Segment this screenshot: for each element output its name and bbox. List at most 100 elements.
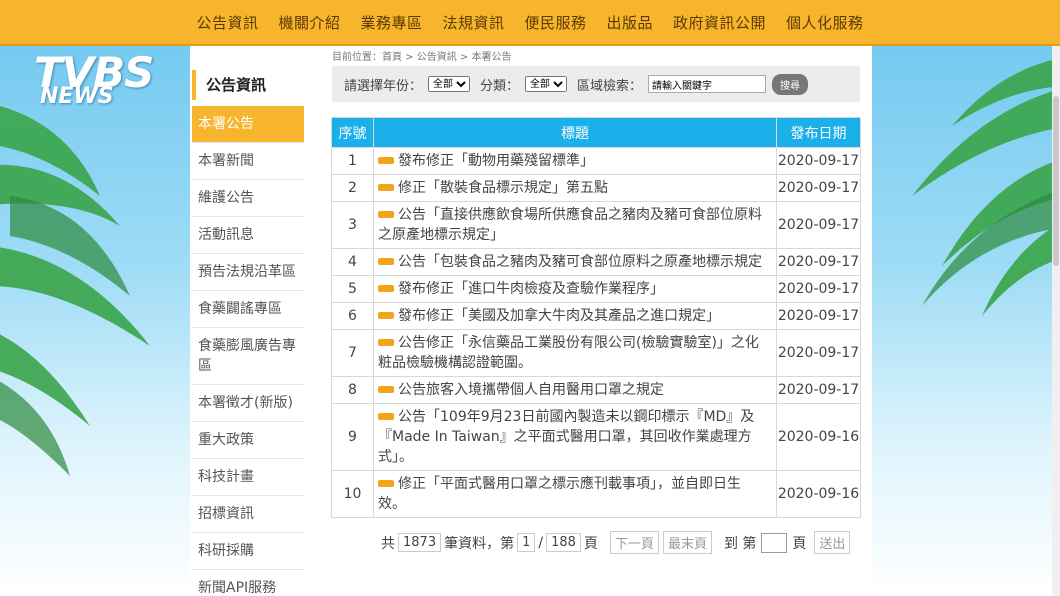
page-scrollbar[interactable]	[1052, 46, 1060, 596]
row-number: 4	[331, 248, 374, 276]
row-date: 2020-09-17	[776, 248, 861, 276]
row-title-link[interactable]: 發布修正「動物用藥殘留標準」	[398, 153, 594, 169]
sidebar-item-events[interactable]: 活動訊息	[192, 217, 304, 254]
new-badge-icon	[378, 210, 394, 218]
nav-item-personal[interactable]: 個人化服務	[776, 12, 874, 33]
nav-item-public-services[interactable]: 便民服務	[515, 12, 597, 33]
row-date: 2020-09-17	[776, 302, 861, 330]
row-title-cell: 公告「包裝食品之豬肉及豬可食部位原料之原產地標示規定	[373, 248, 777, 276]
row-title-link[interactable]: 公告「109年9月23日前國內製造未以鋼印標示『MD』及『Made In Tai…	[378, 409, 754, 465]
new-badge-icon	[378, 338, 394, 346]
row-title-cell: 公告修正「永信藥品工業股份有限公司(檢驗實驗室)」之化粧品檢驗機構認證範圍。	[373, 329, 777, 377]
row-title-link[interactable]: 公告「直接供應飲食場所供應食品之豬肉及豬可食部位原料之原產地標示規定」	[378, 207, 762, 243]
row-title-cell: 公告「109年9月23日前國內製造未以鋼印標示『MD』及『Made In Tai…	[373, 403, 777, 471]
row-number: 3	[331, 201, 374, 249]
table-row: 7 公告修正「永信藥品工業股份有限公司(檢驗實驗室)」之化粧品檢驗機構認證範圍。…	[331, 329, 861, 377]
sidebar: 公告資訊 本署公告 本署新聞 維護公告 活動訊息 預告法規沿革區 食藥闢謠專區 …	[192, 70, 304, 596]
row-number: 6	[331, 302, 374, 330]
table-row: 9 公告「109年9月23日前國內製造未以鋼印標示『MD』及『Made In T…	[331, 403, 861, 471]
pager-total-prefix: 共	[381, 535, 395, 552]
category-label: 分類：	[480, 78, 520, 94]
sidebar-item-agency-news[interactable]: 本署新聞	[192, 143, 304, 180]
row-number: 2	[331, 174, 374, 202]
pager-current-page: 1	[517, 533, 536, 552]
column-header-no: 序號	[331, 117, 374, 148]
pager-goto-suffix: 頁	[792, 535, 807, 552]
tvbs-news-logo: TVBS NEWS	[34, 48, 194, 110]
row-title-link[interactable]: 發布修正「美國及加拿大牛肉及其產品之進口規定」	[398, 308, 720, 324]
sidebar-item-agency-announcements[interactable]: 本署公告	[192, 106, 304, 143]
sidebar-item-rumor-busting[interactable]: 食藥闢謠專區	[192, 291, 304, 328]
last-page-button[interactable]: 最末頁	[662, 531, 712, 554]
row-number: 8	[331, 376, 374, 404]
row-title-link[interactable]: 發布修正「進口牛肉檢疫及查驗作業程序」	[398, 281, 664, 297]
row-number: 10	[331, 470, 374, 518]
pager-slash: /	[538, 534, 544, 551]
table-header-row: 序號 標題 發布日期	[331, 117, 861, 148]
sidebar-item-recruitment[interactable]: 本署徵才(新版)	[192, 385, 304, 422]
sidebar-item-major-policy[interactable]: 重大政策	[192, 422, 304, 459]
row-title-link[interactable]: 公告「包裝食品之豬肉及豬可食部位原料之原產地標示規定	[398, 254, 762, 270]
category-select[interactable]: 全部	[525, 76, 568, 92]
sidebar-item-false-ads[interactable]: 食藥膨風廣告專區	[192, 328, 304, 385]
row-title-cell: 公告旅客入境攜帶個人自用醫用口罩之規定	[373, 376, 777, 404]
scrollbar-thumb[interactable]	[1053, 96, 1059, 266]
sidebar-item-news-api[interactable]: 新聞API服務	[192, 570, 304, 596]
row-number: 9	[331, 403, 374, 471]
search-input[interactable]	[648, 75, 767, 93]
row-number: 7	[331, 329, 374, 377]
row-title-link[interactable]: 公告修正「永信藥品工業股份有限公司(檢驗實驗室)」之化粧品檢驗機構認證範圍。	[378, 335, 759, 371]
pager-total-count: 1873	[398, 533, 442, 552]
top-navigation: 公告資訊 機關介紹 業務專區 法規資訊 便民服務 出版品 政府資訊公開 個人化服…	[0, 0, 1060, 46]
new-badge-icon	[378, 311, 394, 319]
goto-page-input[interactable]	[761, 532, 788, 553]
table-row: 1 發布修正「動物用藥殘留標準」 2020-09-17	[331, 147, 861, 175]
nav-item-regulations[interactable]: 法規資訊	[432, 12, 514, 33]
sidebar-item-draft-regulations[interactable]: 預告法規沿革區	[192, 254, 304, 291]
row-title-cell: 發布修正「進口牛肉檢疫及查驗作業程序」	[373, 275, 777, 303]
pager-page-word: 頁	[583, 535, 598, 552]
row-title-link[interactable]: 公告旅客入境攜帶個人自用醫用口罩之規定	[398, 382, 664, 398]
nav-item-announcements[interactable]: 公告資訊	[186, 12, 268, 33]
new-badge-icon	[378, 156, 394, 164]
nav-item-publications[interactable]: 出版品	[597, 12, 664, 33]
year-select[interactable]: 全部	[428, 76, 471, 92]
year-label: 請選擇年份：	[344, 78, 423, 94]
table-row: 4 公告「包裝食品之豬肉及豬可食部位原料之原產地標示規定 2020-09-17	[331, 248, 861, 276]
row-date: 2020-09-16	[776, 470, 861, 518]
search-button[interactable]: 搜尋	[772, 73, 809, 95]
nav-item-gov-info[interactable]: 政府資訊公開	[663, 12, 776, 33]
sidebar-item-research-procurement[interactable]: 科研採購	[192, 533, 304, 570]
table-row: 2 修正「散裝食品標示規定」第五點 2020-09-17	[331, 174, 861, 202]
palm-decoration-left	[0, 46, 190, 596]
row-title-cell: 修正「平面式醫用口罩之標示應刊載事項」，並自即日生效。	[373, 470, 777, 518]
row-title-link[interactable]: 修正「散裝食品標示規定」第五點	[398, 180, 608, 196]
palm-decoration-right	[872, 46, 1060, 596]
new-badge-icon	[378, 412, 394, 420]
new-badge-icon	[378, 183, 394, 191]
row-title-link[interactable]: 修正「平面式醫用口罩之標示應刊載事項」，並自即日生效。	[378, 476, 741, 512]
nav-item-agency-intro[interactable]: 機關介紹	[268, 12, 350, 33]
sidebar-item-tech-projects[interactable]: 科技計畫	[192, 459, 304, 496]
table-row: 3 公告「直接供應飲食場所供應食品之豬肉及豬可食部位原料之原產地標示規定」 20…	[331, 201, 861, 249]
pager-goto-prefix: 到 第	[723, 535, 757, 552]
new-badge-icon	[378, 385, 394, 393]
row-date: 2020-09-17	[776, 201, 861, 249]
table-row: 5 發布修正「進口牛肉檢疫及查驗作業程序」 2020-09-17	[331, 275, 861, 303]
row-number: 5	[331, 275, 374, 303]
goto-submit-button[interactable]: 送出	[814, 531, 851, 554]
next-page-button[interactable]: 下一頁	[609, 531, 659, 554]
table-row: 8 公告旅客入境攜帶個人自用醫用口罩之規定 2020-09-17	[331, 376, 861, 404]
sidebar-title: 公告資訊	[192, 70, 304, 100]
row-title-cell: 公告「直接供應飲食場所供應食品之豬肉及豬可食部位原料之原產地標示規定」	[373, 201, 777, 249]
new-badge-icon	[378, 257, 394, 265]
row-date: 2020-09-17	[776, 376, 861, 404]
pagination: 共 1873 筆資料，第 1 / 188 頁 下一頁 最末頁 到 第 頁 送出	[381, 531, 852, 554]
logo-sub-text: NEWS	[40, 84, 114, 109]
sidebar-item-tenders[interactable]: 招標資訊	[192, 496, 304, 533]
new-badge-icon	[378, 284, 394, 292]
row-title-cell: 修正「散裝食品標示規定」第五點	[373, 174, 777, 202]
row-title-cell: 發布修正「美國及加拿大牛肉及其產品之進口規定」	[373, 302, 777, 330]
sidebar-item-maintenance[interactable]: 維護公告	[192, 180, 304, 217]
nav-item-business[interactable]: 業務專區	[350, 12, 432, 33]
